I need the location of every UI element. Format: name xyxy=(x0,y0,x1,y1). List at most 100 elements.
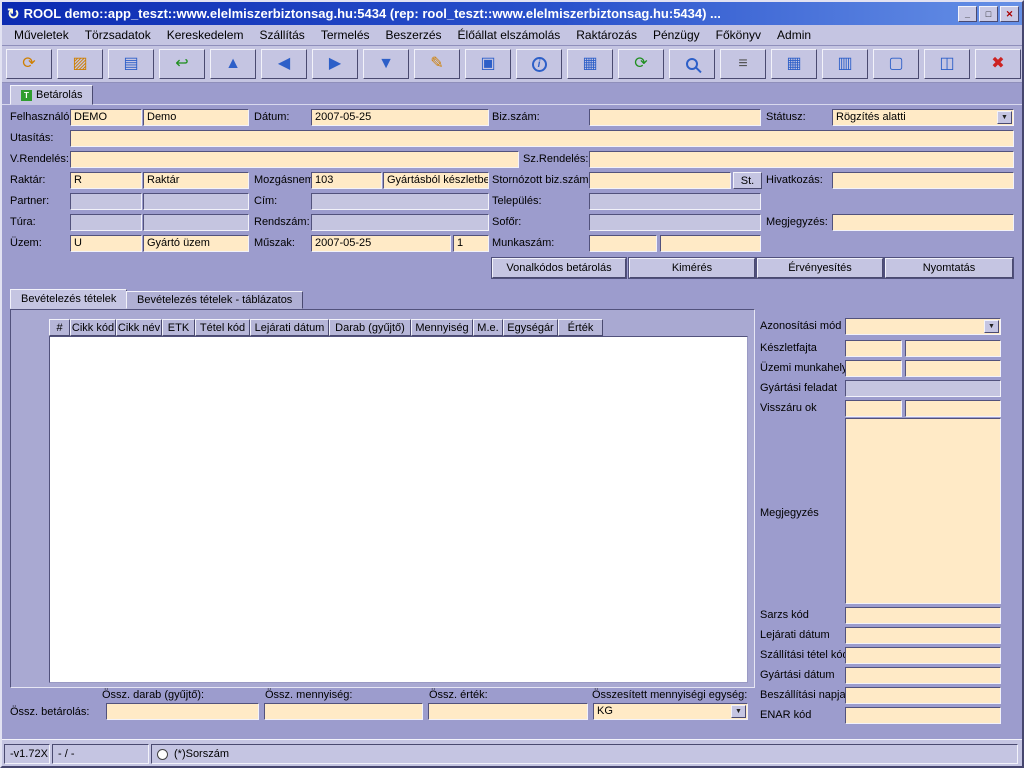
refresh-button[interactable]: ⟳ xyxy=(618,49,664,79)
menu-szallitas[interactable]: Szállítás xyxy=(251,26,312,44)
first-record-button[interactable]: ▲ xyxy=(210,49,256,79)
raktar-code-field[interactable]: R xyxy=(70,172,142,189)
next-record-button[interactable]: ▶ xyxy=(312,49,358,79)
munkaszam-field-2[interactable] xyxy=(660,235,761,252)
sarzs-kod-field[interactable] xyxy=(845,607,1001,624)
keszletfajta-name-field[interactable] xyxy=(905,340,1001,357)
menu-torzsadatok[interactable]: Törzsadatok xyxy=(77,26,159,44)
tab-betarolas-label: Betárolás xyxy=(36,89,83,101)
column-header-ertek[interactable]: Érték xyxy=(558,319,603,336)
menu-kereskedelem[interactable]: Kereskedelem xyxy=(159,26,252,44)
totals-egyseg-label: Összesített mennyiségi egység: xyxy=(592,689,748,701)
azonositasi-mod-select[interactable]: ▼ xyxy=(845,318,1001,335)
sorszam-radio[interactable] xyxy=(157,748,168,760)
storno-button[interactable]: St. xyxy=(733,172,762,189)
hivatkozas-field[interactable] xyxy=(832,172,1014,189)
keszletfajta-code-field[interactable] xyxy=(845,340,902,357)
table-button[interactable]: ▥ xyxy=(822,49,868,79)
save-button[interactable]: ▤ xyxy=(108,49,154,79)
muszak-shift-field[interactable]: 1 xyxy=(453,235,489,252)
close-button[interactable]: ✕ xyxy=(1000,5,1019,22)
totals-ertek-field[interactable] xyxy=(428,703,588,720)
undo-button[interactable]: ↩ xyxy=(159,49,205,79)
munkaszam-field-1[interactable] xyxy=(589,235,657,252)
tab-betarolas[interactable]: T Betárolás xyxy=(10,85,94,105)
bizszam-field[interactable] xyxy=(589,109,761,126)
raktar-name-field[interactable]: Raktár xyxy=(143,172,249,189)
column-header-cikk-kod[interactable]: Cikk kód xyxy=(70,319,116,336)
column-header-darab[interactable]: Darab (gyűjtő) xyxy=(329,319,411,336)
cells-button[interactable]: ◫ xyxy=(924,49,970,79)
v-rendeles-field[interactable] xyxy=(70,151,519,168)
grid-button[interactable]: ▦ xyxy=(771,49,817,79)
maximize-button[interactable]: □ xyxy=(979,5,998,22)
uzem-code-field[interactable]: U xyxy=(70,235,142,252)
gyartasi-datum-field[interactable] xyxy=(845,667,1001,684)
menu-raktarozas[interactable]: Raktározás xyxy=(568,26,645,44)
uzem-name-field[interactable]: Gyártó üzem xyxy=(143,235,249,252)
search-button[interactable] xyxy=(669,49,715,79)
visszaru-ok-code-field[interactable] xyxy=(845,400,902,417)
statusbar-version: -v1.72X xyxy=(4,744,50,764)
window-view-button[interactable]: ▢ xyxy=(873,49,919,79)
megjegyzes-field[interactable] xyxy=(832,214,1014,231)
chevron-down-icon[interactable]: ▼ xyxy=(731,705,746,718)
delete-button[interactable]: ✖ xyxy=(975,49,1021,79)
sync-button[interactable]: ⟳ xyxy=(6,49,52,79)
vonalkodos-betarolas-button[interactable]: Vonalkódos betárolás xyxy=(492,258,626,278)
info-button[interactable]: i xyxy=(516,49,562,79)
column-header-etk[interactable]: ETK xyxy=(162,319,195,336)
tab-bevetelezes-tetelek-tablazatos[interactable]: Bevételezés tételek - táblázatos xyxy=(126,291,304,309)
column-header-egysegar[interactable]: Egységár xyxy=(503,319,558,336)
menu-admin[interactable]: Admin xyxy=(769,26,819,44)
column-header-mennyiseg[interactable]: Mennyiség xyxy=(411,319,473,336)
mozgasnem-code-field[interactable]: 103 xyxy=(311,172,382,189)
uzemi-munkahely-name-field[interactable] xyxy=(905,360,1001,377)
column-header-num[interactable]: # xyxy=(49,319,70,336)
copy-button[interactable]: ▣ xyxy=(465,49,511,79)
edit-button[interactable]: ✎ xyxy=(414,49,460,79)
enar-kod-field[interactable] xyxy=(845,707,1001,724)
calendar-button[interactable]: ▦ xyxy=(567,49,613,79)
kimeres-button[interactable]: Kimérés xyxy=(629,258,755,278)
menu-termeles[interactable]: Termelés xyxy=(313,26,378,44)
szallitasi-tetel-kod-field[interactable] xyxy=(845,647,1001,664)
chevron-down-icon[interactable]: ▼ xyxy=(997,111,1012,124)
muszak-date-field[interactable]: 2007-05-25 xyxy=(311,235,451,252)
tab-bevetelezes-tetelek[interactable]: Bevételezés tételek xyxy=(10,289,128,309)
column-header-cikk-nev[interactable]: Cikk név xyxy=(116,319,162,336)
panel-megjegyzes-textarea[interactable] xyxy=(845,418,1001,604)
chevron-down-icon[interactable]: ▼ xyxy=(984,320,999,333)
menu-fokonyv[interactable]: Főkönyv xyxy=(708,26,769,44)
totals-egyseg-select[interactable]: KG ▼ xyxy=(593,703,748,720)
menu-penzugy[interactable]: Pénzügy xyxy=(645,26,708,44)
column-header-lejarati-datum[interactable]: Lejárati dátum xyxy=(250,319,329,336)
menu-eloallat-elszamolas[interactable]: Élőállat elszámolás xyxy=(450,26,569,44)
datum-field[interactable]: 2007-05-25 xyxy=(311,109,489,126)
sz-rendeles-field[interactable] xyxy=(589,151,1014,168)
column-header-me[interactable]: M.e. xyxy=(473,319,503,336)
uzemi-munkahely-code-field[interactable] xyxy=(845,360,902,377)
felhasznalo-name-field[interactable]: Demo xyxy=(143,109,249,126)
totals-mennyiseg-field[interactable] xyxy=(264,703,423,720)
totals-darab-field[interactable] xyxy=(106,703,259,720)
last-record-button[interactable]: ▼ xyxy=(363,49,409,79)
open-button[interactable]: ▨ xyxy=(57,49,103,79)
mozgasnem-name-field[interactable]: Gyártásból készletbev xyxy=(383,172,489,189)
panel-lejarati-datum-field[interactable] xyxy=(845,627,1001,644)
column-header-tetel-kod[interactable]: Tétel kód xyxy=(195,319,250,336)
felhasznalo-code-field[interactable]: DEMO xyxy=(70,109,142,126)
stornozott-field[interactable] xyxy=(589,172,731,189)
nyomtatas-button[interactable]: Nyomtatás xyxy=(885,258,1013,278)
visszaru-ok-name-field[interactable] xyxy=(905,400,1001,417)
items-table-body[interactable] xyxy=(49,336,748,683)
menu-beszerzes[interactable]: Beszerzés xyxy=(378,26,450,44)
previous-record-button[interactable]: ◀ xyxy=(261,49,307,79)
minimize-button[interactable]: _ xyxy=(958,5,977,22)
utasitas-field[interactable] xyxy=(70,130,1014,147)
ervenyesites-button[interactable]: Érvényesítés xyxy=(757,258,883,278)
statusz-select[interactable]: Rögzítés alatti ▼ xyxy=(832,109,1014,126)
menu-muveletek[interactable]: Műveletek xyxy=(6,26,77,44)
beszallitasi-napja-field[interactable] xyxy=(845,687,1001,704)
print-button[interactable]: ≡ xyxy=(720,49,766,79)
